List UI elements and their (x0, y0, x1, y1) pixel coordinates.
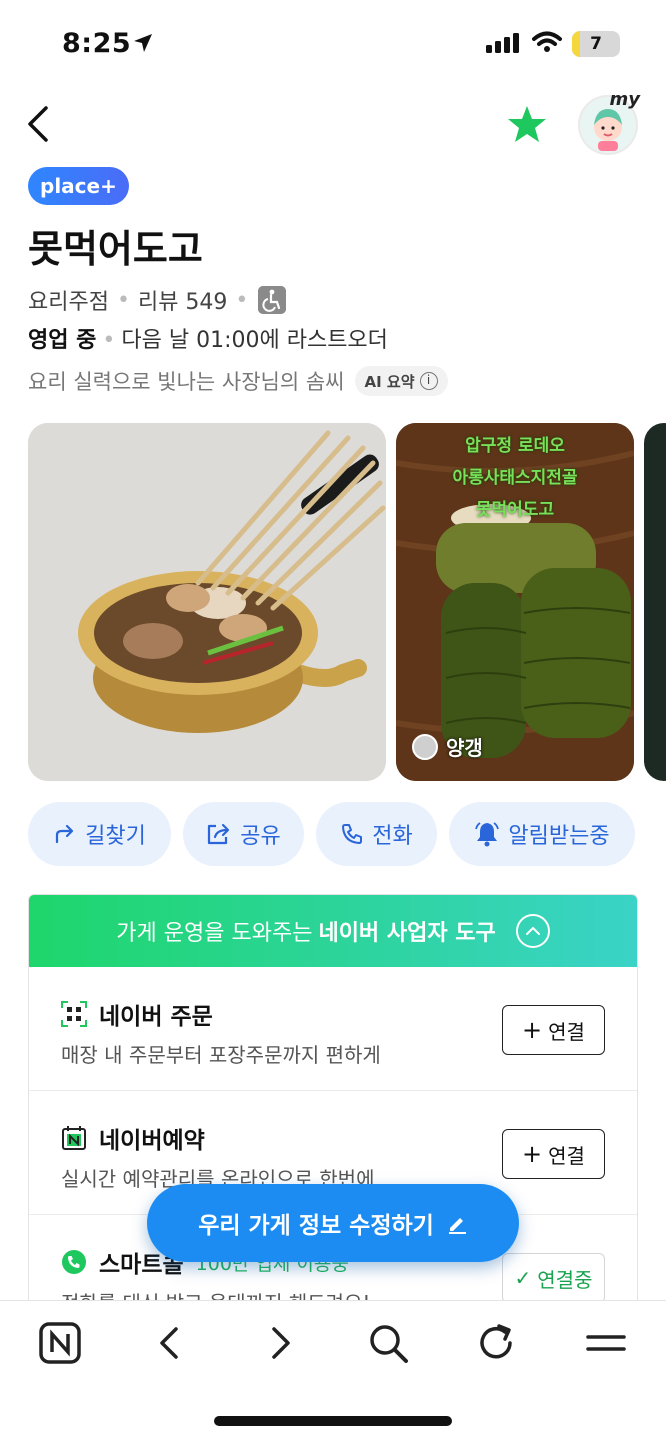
tool-subtitle: 매장 내 주문부터 포장주문까지 편하게 (61, 1043, 381, 1067)
place-name: 못먹어도고 (28, 227, 203, 271)
browser-forward-icon[interactable] (258, 1321, 302, 1365)
edit-store-info-label: 우리 가게 정보 수정하기 (198, 1213, 434, 1239)
status-bar: 8:25 7 (0, 0, 666, 90)
tool-title: 네이버 주문 (99, 1004, 213, 1030)
photo-reviewer: 양갱 (412, 732, 483, 761)
wheelchair-accessible-icon (258, 286, 287, 314)
location-arrow-icon (134, 34, 152, 52)
battery-indicator: 7 (572, 31, 620, 57)
photo-main[interactable] (28, 423, 386, 781)
photo-caption-line: 아롱사태스지전골 (452, 468, 578, 488)
plus-icon: + (522, 1140, 543, 1168)
back-chevron-icon[interactable] (24, 104, 54, 144)
qr-code-icon (61, 1001, 87, 1027)
home-indicator[interactable] (214, 1416, 452, 1426)
chevron-up-icon[interactable] (515, 914, 550, 948)
hours-status: 영업 중 (28, 328, 97, 353)
action-buttons: 길찾기 공유 전화 알림받는중 (28, 802, 635, 866)
ai-summary-label: AI 요약 (364, 372, 415, 391)
review-count-link[interactable]: 리뷰 549 (138, 284, 227, 316)
pencil-icon (448, 1218, 466, 1234)
ai-summary: 요리 실력으로 빛나는 사장님의 솜씨 AI 요약 i (28, 366, 448, 396)
call-label: 전화 (372, 824, 413, 849)
bell-icon (475, 822, 500, 847)
separator-dot: • (235, 287, 249, 313)
place-meta: 요리주점 • 리뷰 549 • (28, 284, 287, 316)
status-time: 8:25 (62, 28, 132, 59)
business-hours[interactable]: 영업 중 • 다음 날 01:00에 라스트오더 (28, 322, 388, 354)
star-favorite-icon[interactable] (506, 105, 548, 145)
naver-home-icon[interactable] (38, 1321, 82, 1365)
tools-header-prefix: 가게 운영을 도와주는 (116, 921, 313, 946)
summary-text: 요리 실력으로 빛나는 사장님의 솜씨 (28, 370, 345, 394)
directions-icon (56, 824, 74, 844)
tool-row-naver-order: 네이버 주문 매장 내 주문부터 포장주문까지 편하게 + 연결 (29, 967, 637, 1091)
photo-next-partial[interactable] (644, 423, 666, 781)
calendar-n-icon (62, 1126, 86, 1150)
photo-review[interactable]: 압구정 로데오 아롱사태스지전골 못먹어도고 양갱 (396, 423, 634, 781)
reviewer-name: 양갱 (446, 736, 483, 760)
connected-label: 연결중 (537, 1267, 593, 1292)
tool-title: 네이버예약 (99, 1128, 205, 1154)
edit-store-info-button[interactable]: 우리 가게 정보 수정하기 (147, 1184, 519, 1262)
business-tools-header[interactable]: 가게 운영을 도와주는 네이버 사업자 도구 (29, 895, 637, 967)
separator-dot: • (116, 287, 130, 313)
check-icon: ✓ (514, 1266, 532, 1290)
connect-naver-order-button[interactable]: + 연결 (502, 1005, 605, 1055)
pot-food-photo (28, 423, 386, 781)
ai-summary-badge[interactable]: AI 요약 i (354, 366, 448, 396)
connect-label: 연결 (548, 1019, 585, 1044)
share-icon (208, 823, 230, 845)
my-profile-avatar[interactable]: my (578, 89, 640, 155)
photo-caption-line: 압구정 로데오 (465, 436, 565, 456)
search-icon[interactable] (366, 1321, 410, 1365)
connect-naver-reservation-button[interactable]: + 연결 (502, 1129, 605, 1179)
notification-button[interactable]: 알림받는중 (449, 802, 635, 866)
phone-icon (342, 824, 363, 844)
place-plus-badge: place+ (28, 167, 129, 205)
separator-dot: • (102, 328, 116, 353)
avatar-label: my (609, 89, 641, 110)
info-icon: i (419, 372, 438, 390)
refresh-icon[interactable] (474, 1321, 518, 1365)
directions-label: 길찾기 (85, 824, 146, 849)
call-button[interactable]: 전화 (316, 802, 437, 866)
tools-header-bold: 네이버 사업자 도구 (318, 921, 496, 946)
category: 요리주점 (28, 290, 109, 315)
smartcall-connected-button[interactable]: ✓ 연결중 (502, 1253, 605, 1303)
share-label: 공유 (240, 824, 281, 849)
plus-icon: + (522, 1016, 543, 1044)
connect-label: 연결 (548, 1143, 585, 1168)
reviewer-avatar (412, 733, 438, 760)
smartcall-phone-icon (62, 1250, 86, 1274)
directions-button[interactable]: 길찾기 (28, 802, 171, 866)
notification-label: 알림받는중 (508, 824, 610, 849)
hours-detail: 다음 날 01:00에 라스트오더 (121, 328, 388, 353)
cellular-signal-icon (486, 33, 519, 53)
share-button[interactable]: 공유 (183, 802, 304, 866)
photo-caption-line: 못먹어도고 (475, 500, 555, 520)
menu-icon[interactable] (584, 1321, 628, 1365)
browser-back-icon[interactable] (148, 1321, 192, 1365)
wifi-icon (532, 31, 562, 52)
